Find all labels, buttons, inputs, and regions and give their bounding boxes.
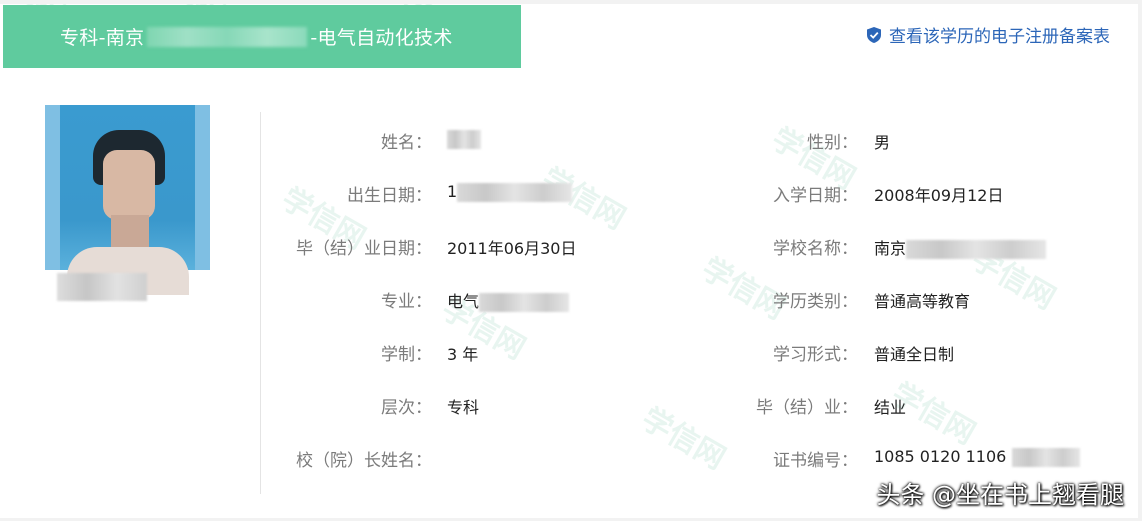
watermark: 学信网: [635, 401, 731, 477]
level-value: 专科: [447, 398, 480, 417]
study-form-label: 学习形式：: [773, 345, 858, 365]
principal-name-label: 校（院）长姓名：: [296, 451, 432, 471]
credit-watermark: 头条 @坐在书上翘看腿: [876, 481, 1124, 509]
graduation-date-value: 2011年06月30日: [447, 239, 577, 258]
redacted-school-name: [147, 26, 308, 47]
name-label: 姓名：: [381, 133, 432, 153]
view-registration-label: 查看该学历的电子注册备案表: [889, 27, 1110, 47]
record-title-suffix: -电气自动化技术: [310, 27, 453, 49]
major-label: 专业：: [381, 292, 432, 312]
level-label: 层次：: [381, 398, 432, 418]
view-registration-link[interactable]: 查看该学历的电子注册备案表: [866, 22, 1110, 47]
completion-status-label: 毕（结）业：: [756, 398, 858, 418]
certificate-number-value: 1085 0120 1106: [874, 447, 1081, 467]
major-value: 电气: [447, 288, 570, 312]
study-form-value: 普通全日制: [874, 345, 955, 364]
school-name-value: 南京: [874, 235, 1047, 259]
record-card: 学信网 学信网 学信网 学信网 学信网 学信网 学信网 学信网 学信网 学信网 …: [0, 4, 1138, 518]
gender-label: 性别：: [807, 133, 858, 153]
certificate-number-label: 证书编号：: [773, 451, 858, 471]
duration-label: 学制：: [381, 345, 432, 365]
enrollment-date-label: 入学日期：: [773, 186, 858, 206]
shield-check-icon: [866, 26, 882, 44]
birth-date-label: 出生日期：: [347, 186, 432, 206]
gender-value: 男: [874, 133, 891, 152]
duration-value: 3 年: [447, 345, 479, 364]
school-name-label: 学校名称：: [773, 239, 858, 259]
record-title-banner: 专科-南京 -电气自动化技术: [3, 5, 521, 68]
graduation-date-label: 毕（结）业日期：: [296, 239, 432, 259]
student-photo: [45, 105, 210, 318]
record-title-prefix: 专科-南京: [60, 27, 145, 49]
birth-date-value: 1: [447, 182, 573, 202]
education-category-label: 学历类别：: [773, 292, 858, 312]
enrollment-date-value: 2008年09月12日: [874, 186, 1004, 205]
completion-status-value: 结业: [874, 398, 907, 417]
vertical-divider: [260, 112, 261, 494]
education-category-value: 普通高等教育: [874, 292, 971, 311]
name-value: [447, 129, 481, 149]
